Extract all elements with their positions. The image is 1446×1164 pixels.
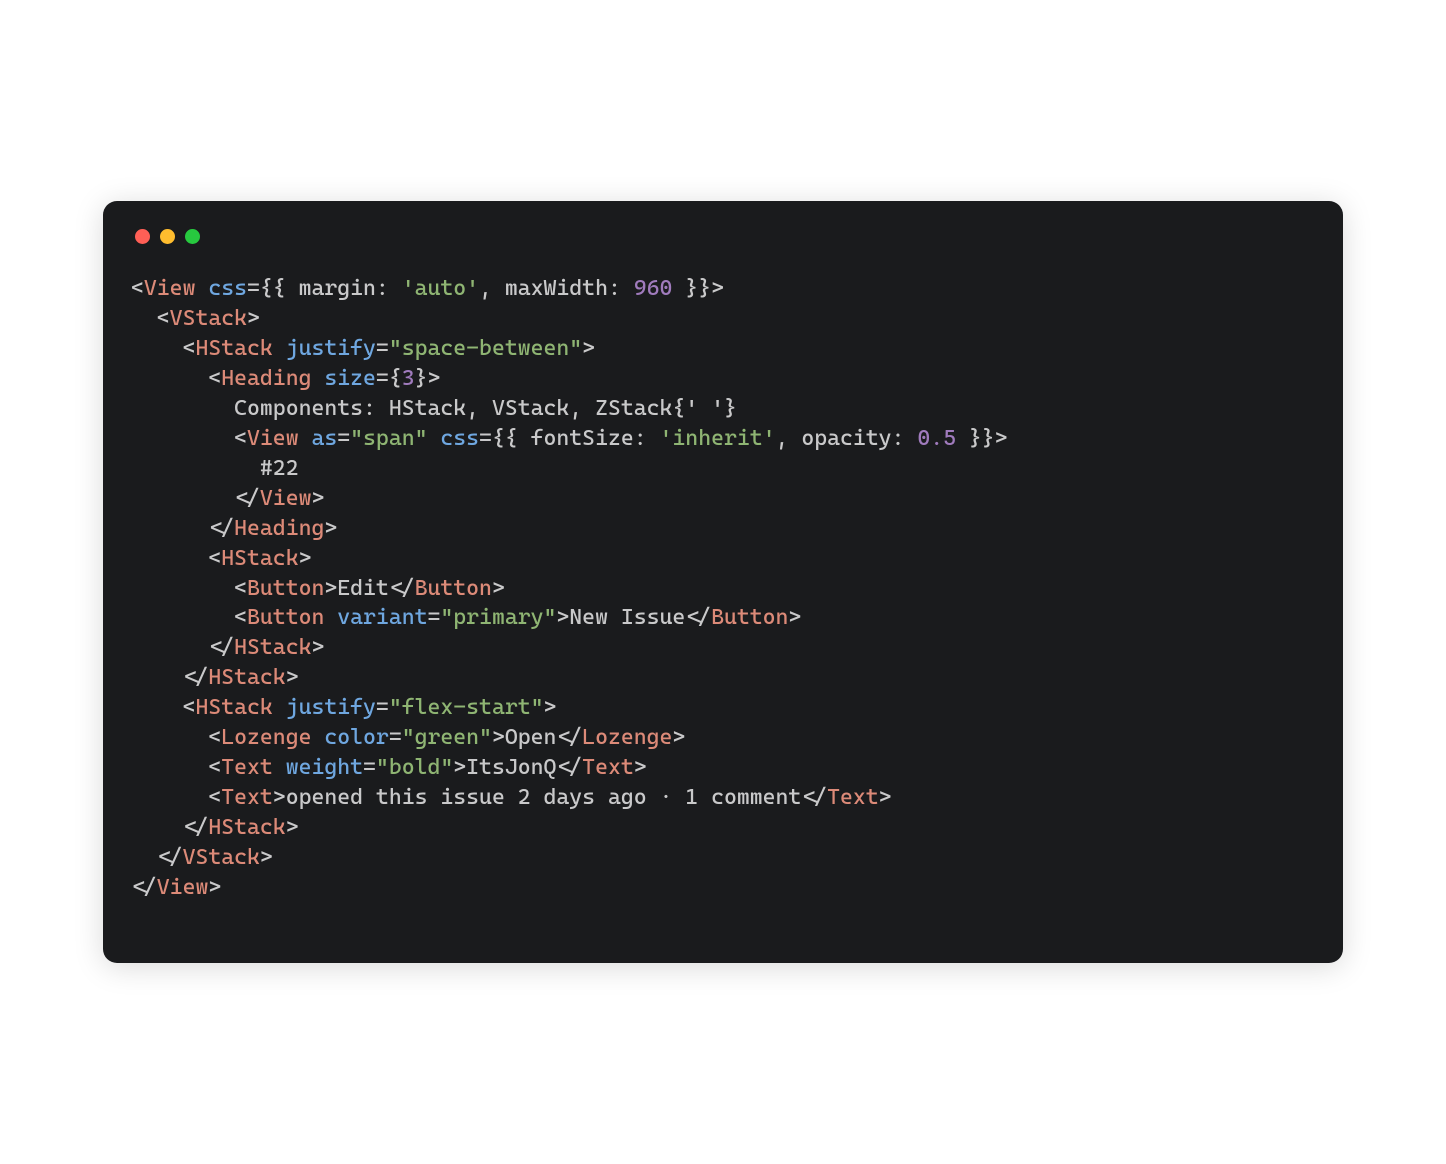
close-text-bold: Text [582, 755, 634, 780]
close-button-new: Button [711, 605, 788, 630]
attr-justify: justify [286, 336, 376, 361]
attr-justify-2: justify [286, 695, 376, 720]
meta-text: opened this issue 2 days ago · 1 comment [286, 785, 802, 810]
minimize-icon[interactable] [160, 229, 175, 244]
heading-text: Components: HStack, VStack, ZStack{' '} [234, 396, 737, 421]
tag-lozenge: Lozenge [221, 725, 311, 750]
tag-hstack-3: HStack [195, 695, 272, 720]
val-opacity: 0.5 [917, 426, 956, 451]
brace-close-2: }} [956, 426, 995, 451]
val-size: 3 [402, 366, 415, 391]
tag-text-meta: Text [221, 785, 273, 810]
code-block: <View css={{ margin: 'auto', maxWidth: 9… [131, 274, 1315, 902]
sep: , [479, 276, 505, 301]
brace-open-2: ={{ [479, 426, 531, 451]
attr-color: color [324, 725, 388, 750]
prop-opacity: opacity: [801, 426, 917, 451]
close-text-meta: Text [827, 785, 879, 810]
expr-close: } [415, 366, 428, 391]
val-justify-2: "flex-start" [389, 695, 544, 720]
close-hstack-3: HStack [208, 815, 285, 840]
expr-open: { [389, 366, 402, 391]
tag-button-edit: Button [247, 576, 324, 601]
tag-view-span: View [247, 426, 299, 451]
lozenge-text: Open [505, 725, 557, 750]
tag-text-bold: Text [221, 755, 273, 780]
maximize-icon[interactable] [185, 229, 200, 244]
close-vstack: VStack [183, 845, 260, 870]
attr-variant: variant [337, 605, 427, 630]
close-hstack-2: HStack [234, 635, 311, 660]
close-view: View [157, 875, 209, 900]
val-variant: "primary" [440, 605, 556, 630]
attr-size: size [324, 366, 376, 391]
attr-as: as [311, 426, 337, 451]
attr-css-2: css [440, 426, 479, 451]
tag-hstack: HStack [195, 336, 272, 361]
val-justify: "space-between" [389, 336, 582, 361]
val-weight: "bold" [376, 755, 453, 780]
attr-css: css [208, 276, 247, 301]
val-maxwidth: 960 [634, 276, 673, 301]
close-view-span: View [260, 486, 312, 511]
eq: = [376, 366, 389, 391]
prop-maxwidth: maxWidth: [505, 276, 634, 301]
brace-close: }} [672, 276, 711, 301]
button-new-text: New Issue [569, 605, 685, 630]
tag-vstack: VStack [170, 306, 247, 331]
tag-hstack-2: HStack [221, 546, 298, 571]
close-hstack-1: HStack [208, 665, 285, 690]
val-color: "green" [402, 725, 492, 750]
close-icon[interactable] [135, 229, 150, 244]
val-as: "span" [350, 426, 427, 451]
prop-fontsize: fontSize: [531, 426, 660, 451]
val-fontsize: 'inherit' [660, 426, 776, 451]
close-heading: Heading [234, 516, 324, 541]
close-lozenge: Lozenge [582, 725, 672, 750]
code-window: <View css={{ margin: 'auto', maxWidth: 9… [103, 201, 1343, 962]
val-margin: 'auto' [402, 276, 479, 301]
close-button-edit: Button [415, 576, 492, 601]
brace-open: ={{ [247, 276, 299, 301]
tag-heading: Heading [221, 366, 311, 391]
attr-weight: weight [286, 755, 363, 780]
prop-margin: margin: [299, 276, 402, 301]
window-controls [131, 225, 1315, 274]
author-text: ItsJonQ [466, 755, 556, 780]
sep-2: , [776, 426, 802, 451]
tag-button-new: Button [247, 605, 324, 630]
issue-number: #22 [260, 456, 299, 481]
tag-view: View [144, 276, 196, 301]
button-edit-text: Edit [337, 576, 389, 601]
